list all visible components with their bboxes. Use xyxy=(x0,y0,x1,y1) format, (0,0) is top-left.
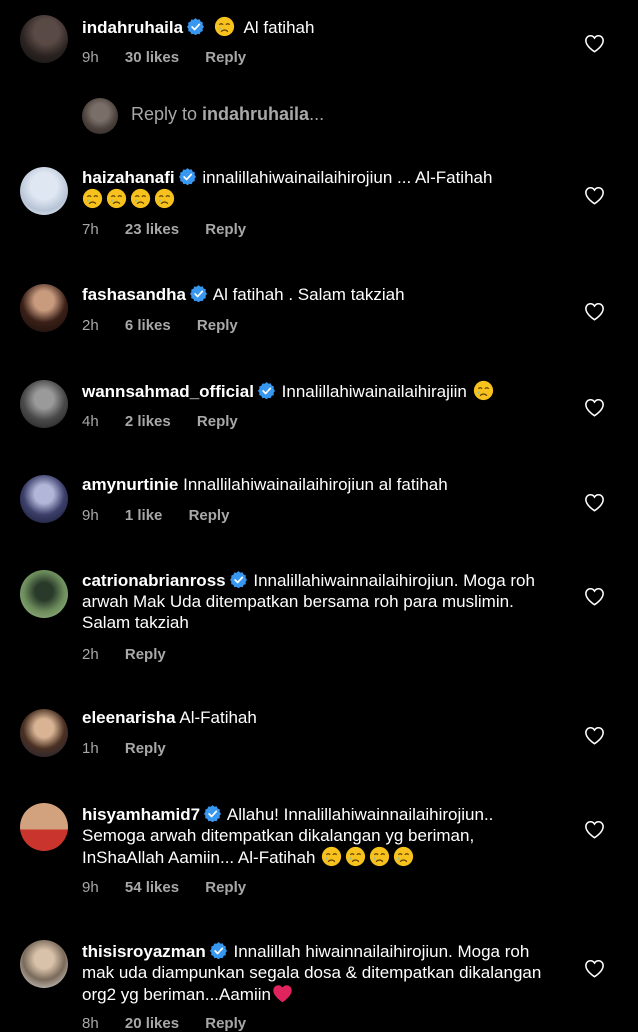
heart-outline-icon[interactable] xyxy=(584,493,605,512)
reply-button[interactable]: Reply xyxy=(125,646,166,663)
reply-to-placeholder[interactable]: Reply to indahruhaila... xyxy=(131,104,324,125)
likes-count[interactable]: 54 likes xyxy=(125,879,179,896)
crying-face-emoji xyxy=(106,188,127,209)
comment-time: 1h xyxy=(82,740,99,757)
crying-face-emoji xyxy=(321,846,342,867)
comment-time: 9h xyxy=(82,507,99,524)
comment-text: Al fatihah . Salam takziah xyxy=(212,285,405,304)
avatar[interactable] xyxy=(20,570,68,618)
comment-username[interactable]: fashasandha xyxy=(82,285,186,304)
crying-face-emoji xyxy=(345,846,366,867)
heart-outline-icon[interactable] xyxy=(584,34,605,53)
comment-time: 9h xyxy=(82,879,99,896)
heart-outline-icon[interactable] xyxy=(584,820,605,839)
avatar[interactable] xyxy=(20,380,68,428)
likes-count[interactable]: 1 like xyxy=(125,507,163,524)
comment-time: 2h xyxy=(82,646,99,663)
avatar xyxy=(82,98,118,134)
likes-count[interactable]: 30 likes xyxy=(125,49,179,66)
comment-username[interactable]: catrionabrianross xyxy=(82,571,226,590)
avatar[interactable] xyxy=(20,709,68,757)
heart-outline-icon[interactable] xyxy=(584,959,605,978)
comment-username[interactable]: amynurtinie xyxy=(82,475,178,494)
comment-time: 4h xyxy=(82,413,99,430)
verified-badge-icon xyxy=(179,168,196,185)
red-heart-emoji xyxy=(272,983,293,1004)
crying-face-emoji xyxy=(82,188,103,209)
crying-face-emoji xyxy=(369,846,390,867)
verified-badge-icon xyxy=(230,571,247,588)
comment-username[interactable]: hisyamhamid7 xyxy=(82,805,200,824)
avatar[interactable] xyxy=(20,284,68,332)
reply-button[interactable]: Reply xyxy=(197,317,238,334)
heart-outline-icon[interactable] xyxy=(584,302,605,321)
comment-text: Al fatihah xyxy=(243,18,315,37)
reply-button[interactable]: Reply xyxy=(125,740,166,757)
comment-username[interactable]: haizahanafi xyxy=(82,168,175,187)
avatar[interactable] xyxy=(20,15,68,63)
verified-badge-icon xyxy=(204,805,221,822)
reply-button[interactable]: Reply xyxy=(197,413,238,430)
likes-count[interactable]: 23 likes xyxy=(125,221,179,238)
reply-button[interactable]: Reply xyxy=(189,507,230,524)
comment-username[interactable]: thisisroyazman xyxy=(82,942,206,961)
reply-button[interactable]: Reply xyxy=(205,879,246,896)
avatar[interactable] xyxy=(20,940,68,988)
comment-time: 7h xyxy=(82,221,99,238)
crying-face-emoji xyxy=(154,188,175,209)
crying-face-emoji xyxy=(393,846,414,867)
heart-outline-icon[interactable] xyxy=(584,186,605,205)
comment-username[interactable]: eleenarisha xyxy=(82,708,176,727)
crying-face-emoji xyxy=(473,380,494,401)
crying-face-emoji xyxy=(214,16,235,37)
crying-face-emoji xyxy=(130,188,151,209)
comment-text: Innallilahiwainailaihirojiun al fatihah xyxy=(183,475,448,494)
avatar[interactable] xyxy=(20,475,68,523)
heart-outline-icon[interactable] xyxy=(584,398,605,417)
verified-badge-icon xyxy=(210,942,227,959)
comment-time: 2h xyxy=(82,317,99,334)
likes-count[interactable]: 2 likes xyxy=(125,413,171,430)
reply-button[interactable]: Reply xyxy=(205,221,246,238)
comment-time: 9h xyxy=(82,49,99,66)
heart-outline-icon[interactable] xyxy=(584,726,605,745)
verified-badge-icon xyxy=(258,382,275,399)
heart-outline-icon[interactable] xyxy=(584,587,605,606)
verified-badge-icon xyxy=(190,285,207,302)
comment-username[interactable]: wannsahmad_official xyxy=(82,382,254,401)
verified-badge-icon xyxy=(187,18,204,35)
avatar[interactable] xyxy=(20,167,68,215)
comment-text: Al-Fatihah xyxy=(179,708,257,727)
reply-button[interactable]: Reply xyxy=(205,49,246,66)
likes-count[interactable]: 6 likes xyxy=(125,317,171,334)
avatar[interactable] xyxy=(20,803,68,851)
comment-text: innalillahiwainailaihirojiun ... Al-Fati… xyxy=(202,168,493,187)
comment-username[interactable]: indahruhaila xyxy=(82,18,183,37)
comment-text: Innalillahiwainailaihirajiin xyxy=(281,382,467,401)
